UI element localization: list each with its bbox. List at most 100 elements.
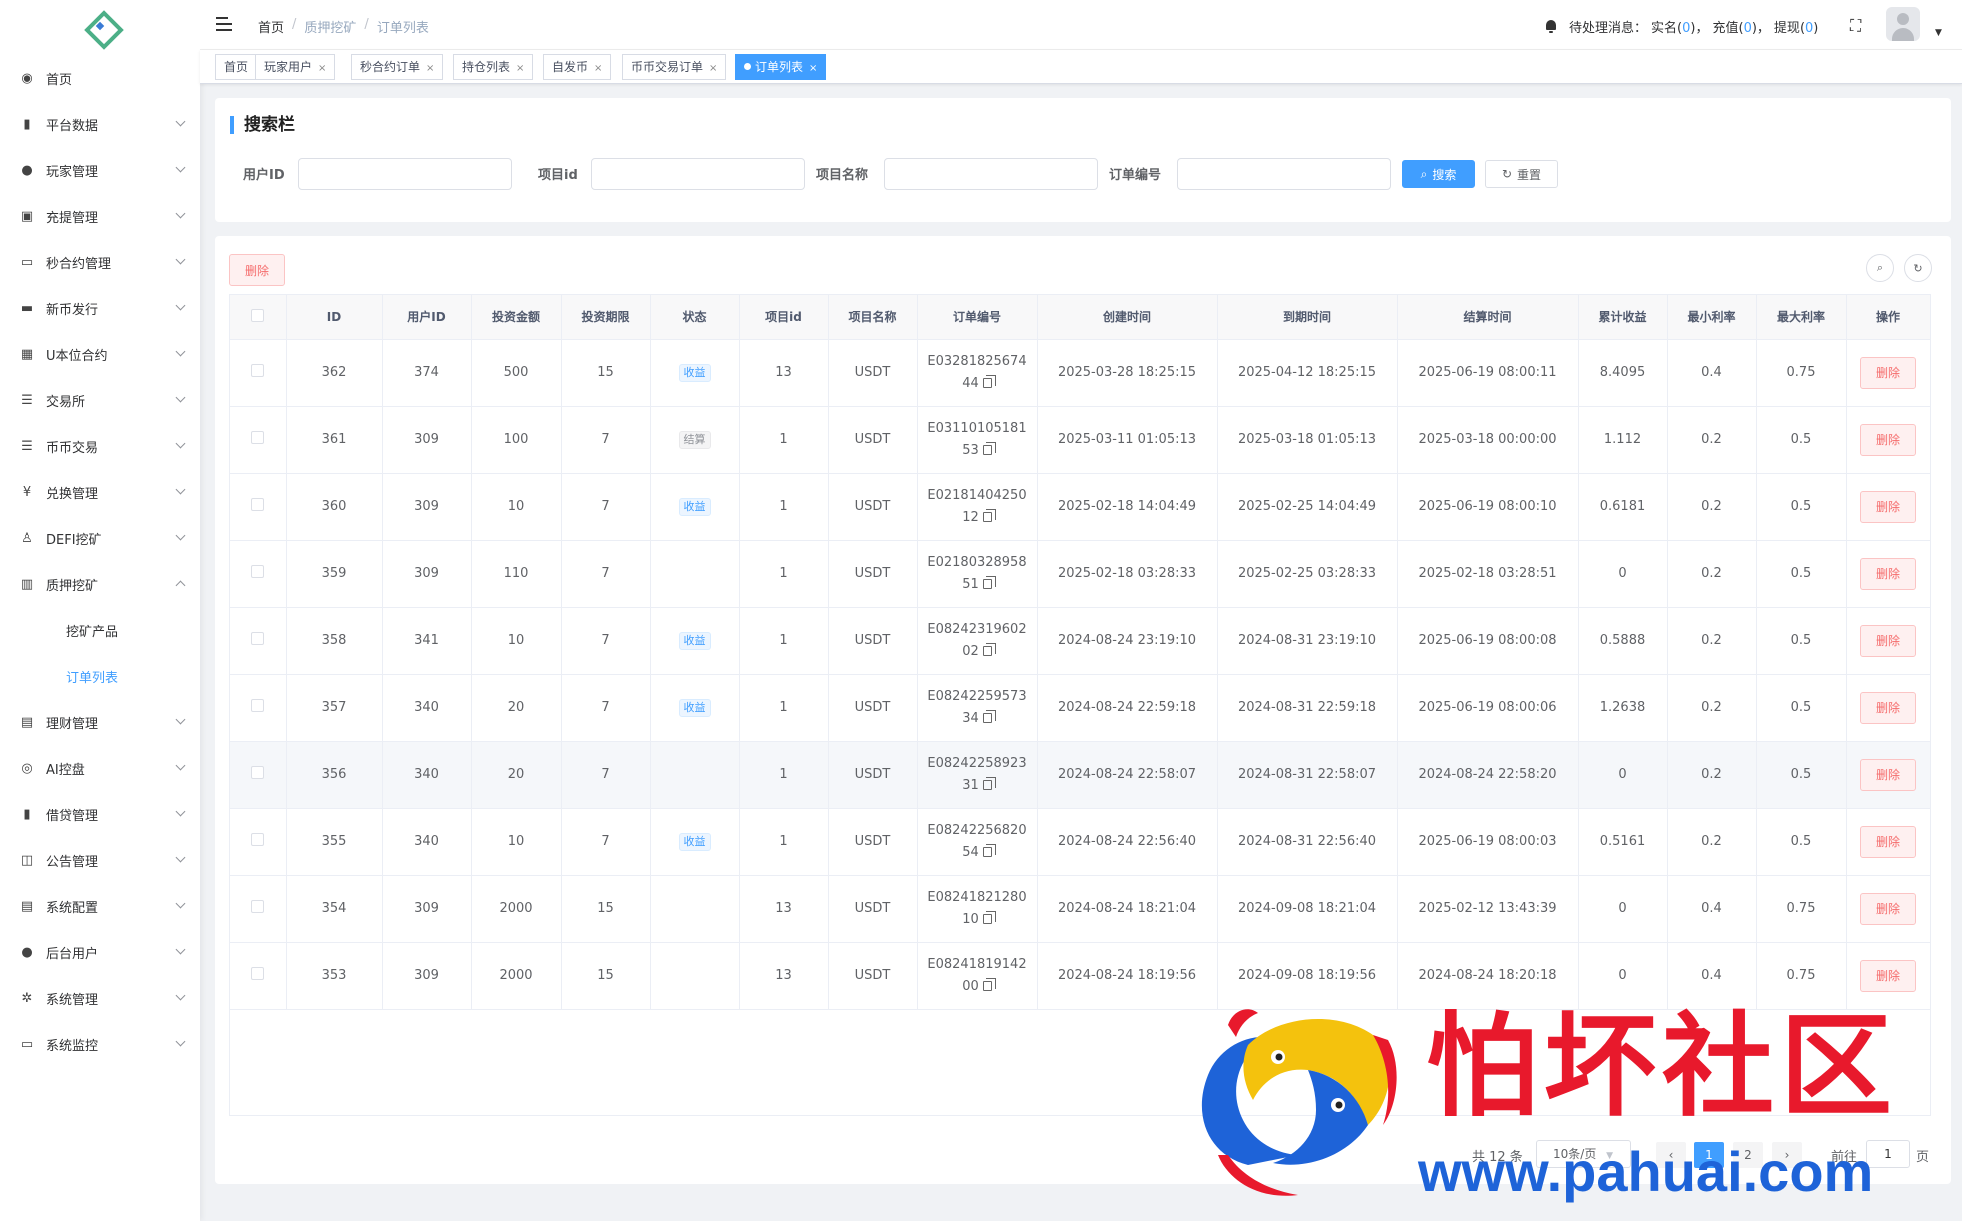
delete-button[interactable]: 删除 [1860, 959, 1916, 992]
table-row[interactable]: 357 340 20 7 收益 1 USDT E08242259573 34 2024-08-24… [230, 674, 1931, 742]
batch-delete-button[interactable]: 删除 [229, 254, 285, 286]
sidebar-item[interactable]: ▦ U本位合约 [0, 331, 200, 377]
sidebar-item[interactable]: ▭ 系统监控 [0, 1021, 200, 1067]
row-checkbox[interactable] [251, 900, 265, 913]
table-row[interactable]: 360 309 10 7 收益 1 USDT E02181404250 12 2025-02-18… [230, 473, 1931, 541]
sidebar-item[interactable]: ☰ 交易所 [0, 377, 200, 423]
sidebar-item[interactable]: ¥ 兑换管理 [0, 469, 200, 515]
table-cell: 2024-09-08 18:21:04 [1217, 875, 1398, 943]
delete-button[interactable]: 删除 [1860, 356, 1916, 389]
tag-item[interactable]: 玩家用户 × [255, 54, 336, 80]
close-icon[interactable]: × [709, 63, 717, 74]
sidebar-item[interactable]: ▤ 理财管理 [0, 699, 200, 745]
table-row[interactable]: 358 341 10 7 收益 1 USDT E08242319602 02 2024-08-24… [230, 607, 1931, 675]
sidebar-item[interactable]: ▮ 平台数据 [0, 101, 200, 147]
copy-icon[interactable] [982, 910, 996, 924]
copy-icon[interactable] [982, 776, 996, 790]
row-checkbox[interactable] [251, 565, 265, 578]
row-checkbox[interactable] [251, 632, 265, 645]
copy-icon[interactable] [982, 508, 996, 522]
row-checkbox[interactable] [251, 766, 265, 779]
delete-button[interactable]: 删除 [1860, 423, 1916, 456]
tag-item[interactable]: 自发币 × [543, 54, 612, 80]
close-icon[interactable]: × [516, 63, 524, 74]
project-name-input[interactable] [884, 158, 1098, 190]
tag-item[interactable]: 持仓列表 × [453, 54, 534, 80]
table-row[interactable]: 362 374 500 15 收益 13 USDT E03281825674 44 2025-03… [230, 339, 1931, 407]
copy-icon[interactable] [982, 843, 996, 857]
close-icon[interactable]: × [318, 63, 326, 74]
row-checkbox[interactable] [251, 364, 265, 377]
sidebar-item[interactable]: ◉ 首页 [0, 55, 200, 101]
sidebar-item[interactable]: ▭ 秒合约管理 [0, 239, 200, 285]
sidebar-item[interactable]: ▥ 质押挖矿 [0, 561, 200, 607]
sidebar-item[interactable]: ● 后台用户 [0, 929, 200, 975]
hamburger-icon[interactable] [216, 17, 232, 31]
pending-withdraw[interactable]: 提现(0) [1774, 17, 1818, 36]
delete-button[interactable]: 删除 [1860, 825, 1916, 858]
table-row[interactable]: 361 309 100 7 结算 1 USDT E03110105181 53 2025-03-1… [230, 406, 1931, 474]
row-checkbox[interactable] [251, 498, 265, 511]
caret-down-icon[interactable]: ▼ [1935, 28, 1942, 38]
table-cell: 355 [286, 808, 383, 876]
breadcrumb-item[interactable]: 首页 [258, 17, 284, 36]
pending-realname[interactable]: 实名(0)， [1651, 17, 1708, 36]
delete-button[interactable]: 删除 [1860, 892, 1916, 925]
order-no-input[interactable] [1177, 158, 1391, 190]
sidebar-item[interactable]: ◎ AI控盘 [0, 745, 200, 791]
sidebar-item[interactable]: ☰ 币币交易 [0, 423, 200, 469]
sidebar-item[interactable]: ▮ 借贷管理 [0, 791, 200, 837]
delete-button[interactable]: 删除 [1860, 691, 1916, 724]
copy-icon[interactable] [982, 575, 996, 589]
column-header: 项目名称 [828, 295, 918, 340]
avatar[interactable] [1886, 7, 1920, 41]
close-icon[interactable]: × [809, 63, 817, 74]
sidebar-item[interactable]: ▣ 充提管理 [0, 193, 200, 239]
bell-icon[interactable] [1545, 20, 1557, 33]
table-row[interactable]: 354 309 2000 15 13 USDT E08241821280 10 2024-08-… [230, 875, 1931, 943]
table-row[interactable]: 355 340 10 7 收益 1 USDT E08242256820 54 2024-08-24… [230, 808, 1931, 876]
row-checkbox[interactable] [251, 967, 265, 980]
tag-item[interactable]: 订单列表 × [735, 54, 827, 80]
sidebar-item[interactable]: ▬ 新币发行 [0, 285, 200, 331]
grid-icon: ▦ [20, 346, 34, 362]
row-checkbox[interactable] [251, 699, 265, 712]
table-row[interactable]: 359 309 110 7 1 USDT E02180328958 51 2025-02-18 … [230, 540, 1931, 608]
sidebar-subitem[interactable]: 订单列表 [0, 653, 200, 699]
pending-recharge[interactable]: 充值(0)， [1712, 17, 1769, 36]
refresh-icon[interactable]: ↻ [1904, 254, 1932, 282]
copy-icon[interactable] [982, 441, 996, 455]
sidebar-item[interactable]: ♙ DEFI挖矿 [0, 515, 200, 561]
search-toggle-icon[interactable]: ⌕ [1866, 254, 1894, 282]
row-checkbox[interactable] [251, 431, 265, 444]
delete-button[interactable]: 删除 [1860, 758, 1916, 791]
sidebar-item[interactable]: ◫ 公告管理 [0, 837, 200, 883]
tag-item[interactable]: 秒合约订单 × [351, 54, 444, 80]
user-id-input[interactable] [298, 158, 512, 190]
delete-button[interactable]: 删除 [1860, 490, 1916, 523]
row-checkbox[interactable] [251, 833, 265, 846]
logo[interactable] [0, 0, 200, 52]
tag-item[interactable]: 首页 [215, 54, 258, 80]
table-row[interactable]: 353 309 2000 15 13 USDT E08241819142 00 2024-08-… [230, 942, 1931, 1010]
close-icon[interactable]: × [426, 63, 434, 74]
select-all-checkbox[interactable] [251, 308, 265, 322]
search-button[interactable]: ⌕ 搜索 [1402, 160, 1475, 188]
sidebar-subitem[interactable]: 挖矿产品 [0, 607, 200, 653]
copy-icon[interactable] [982, 977, 996, 991]
sidebar-item[interactable]: ✲ 系统管理 [0, 975, 200, 1021]
copy-icon[interactable] [982, 642, 996, 656]
sidebar-item[interactable]: ● 玩家管理 [0, 147, 200, 193]
copy-icon[interactable] [982, 709, 996, 723]
sidebar-item-label: 公告管理 [46, 854, 99, 870]
table-row[interactable]: 356 340 20 7 1 USDT E08242258923 31 2024-08-24 2… [230, 741, 1931, 809]
reset-button[interactable]: ↻ 重置 [1485, 160, 1558, 188]
close-icon[interactable]: × [594, 63, 602, 74]
sidebar-item[interactable]: ▤ 系统配置 [0, 883, 200, 929]
copy-icon[interactable] [982, 374, 996, 388]
delete-button[interactable]: 删除 [1860, 557, 1916, 590]
fullscreen-icon[interactable]: ⛶ [1850, 16, 1861, 36]
delete-button[interactable]: 删除 [1860, 624, 1916, 657]
project-id-input[interactable] [591, 158, 805, 190]
tag-item[interactable]: 币币交易订单 × [622, 54, 727, 80]
